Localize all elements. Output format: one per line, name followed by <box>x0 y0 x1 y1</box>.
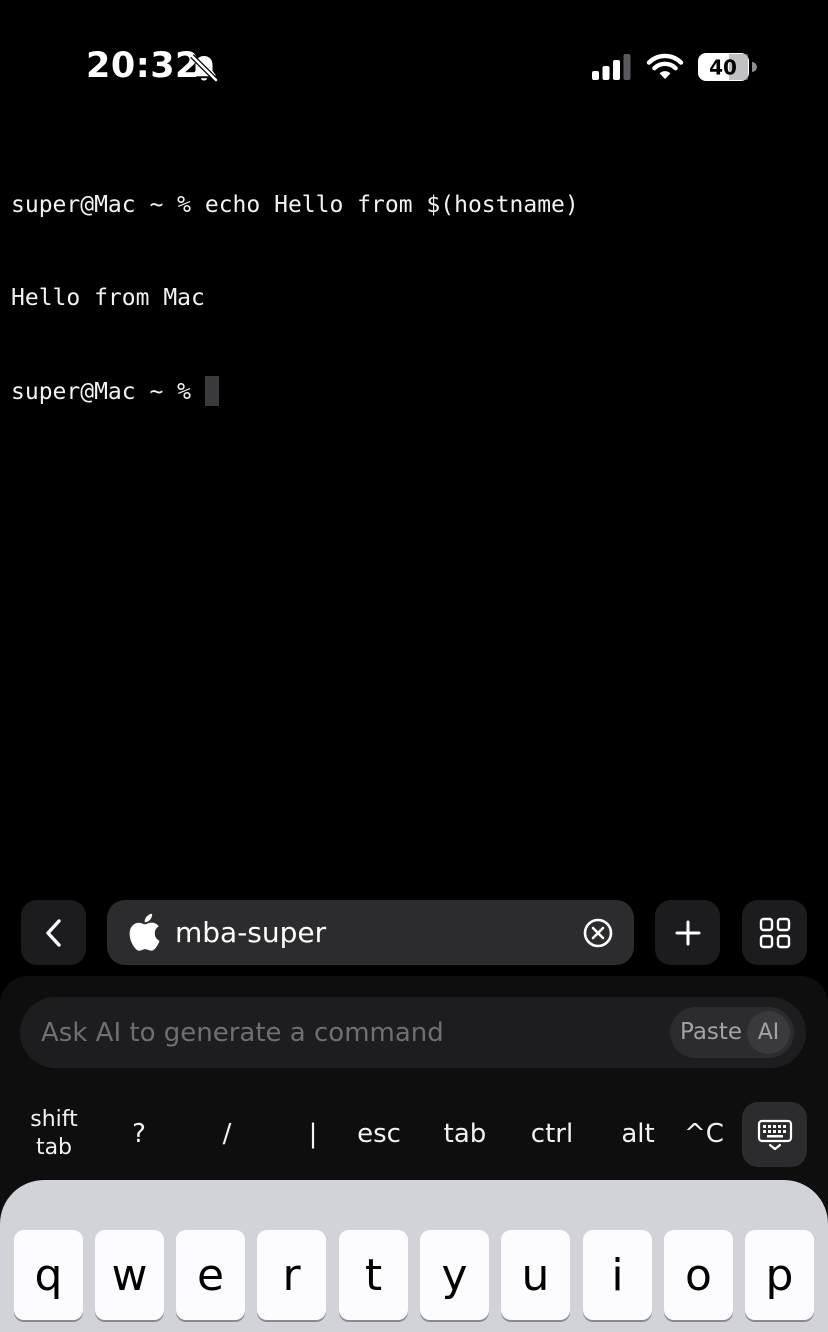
terminal-line: super@Mac ~ % <box>11 379 205 405</box>
battery-icon: 40 <box>698 53 757 81</box>
ai-button[interactable]: AI <box>747 1011 790 1054</box>
status-time: 20:32 <box>86 46 200 86</box>
key-q[interactable]: q <box>14 1230 83 1320</box>
keyboard-dismiss-icon <box>757 1119 792 1150</box>
key-e[interactable]: e <box>176 1230 245 1320</box>
key-i[interactable]: i <box>583 1230 652 1320</box>
key-t[interactable]: t <box>339 1230 408 1320</box>
bell-slash-icon <box>190 54 218 82</box>
apple-logo-icon <box>129 913 160 951</box>
terminal-output[interactable]: super@Mac ~ % echo Hello from $(hostname… <box>11 128 579 439</box>
terminal-line: Hello from Mac <box>11 285 205 311</box>
question-key[interactable]: ? <box>112 1102 166 1166</box>
battery-level: 40 <box>709 56 737 80</box>
host-selector[interactable]: mba-super <box>107 900 634 965</box>
pipe-key[interactable]: | <box>286 1102 340 1166</box>
plus-icon <box>675 920 700 945</box>
back-button[interactable] <box>21 900 86 965</box>
key-w[interactable]: w <box>95 1230 164 1320</box>
ai-command-input[interactable]: Ask AI to generate a command Paste AI <box>20 997 806 1068</box>
chevron-left-icon <box>45 918 61 947</box>
ctrl-key[interactable]: ctrl <box>524 1102 580 1166</box>
ai-input-placeholder: Ask AI to generate a command <box>41 1018 444 1048</box>
paste-label: Paste <box>680 1019 743 1045</box>
status-bar: 20:32 40 <box>0 0 828 120</box>
key-o[interactable]: o <box>664 1230 733 1320</box>
shift-tab-key[interactable]: shift tab <box>22 1102 86 1166</box>
terminal-line: super@Mac ~ % echo Hello from $(hostname… <box>11 192 579 218</box>
add-session-button[interactable] <box>655 900 720 965</box>
clear-icon[interactable] <box>582 917 614 949</box>
slash-key[interactable]: / <box>200 1102 254 1166</box>
sessions-grid-button[interactable] <box>742 900 807 965</box>
key-r[interactable]: r <box>257 1230 326 1320</box>
shift-tab-line1: shift <box>30 1107 78 1132</box>
alt-key[interactable]: alt <box>612 1102 664 1166</box>
grid-icon <box>759 917 790 948</box>
key-u[interactable]: u <box>501 1230 570 1320</box>
key-p[interactable]: p <box>745 1230 814 1320</box>
cellular-signal-icon <box>592 54 631 80</box>
shift-tab-line2: tab <box>35 1135 73 1160</box>
software-keyboard: q w e r t y u i o p <box>0 1180 828 1332</box>
terminal-prompt-line: super@Mac ~ % <box>11 376 579 408</box>
host-name: mba-super <box>175 916 327 949</box>
key-y[interactable]: y <box>420 1230 489 1320</box>
paste-button[interactable]: Paste AI <box>670 1007 794 1058</box>
terminal-cursor <box>204 376 219 406</box>
esc-key[interactable]: esc <box>350 1102 408 1166</box>
wifi-icon <box>646 53 684 79</box>
keyboard-toggle-button[interactable] <box>742 1102 807 1167</box>
tab-key[interactable]: tab <box>437 1102 493 1166</box>
ctrl-c-key[interactable]: ^C <box>680 1102 728 1166</box>
